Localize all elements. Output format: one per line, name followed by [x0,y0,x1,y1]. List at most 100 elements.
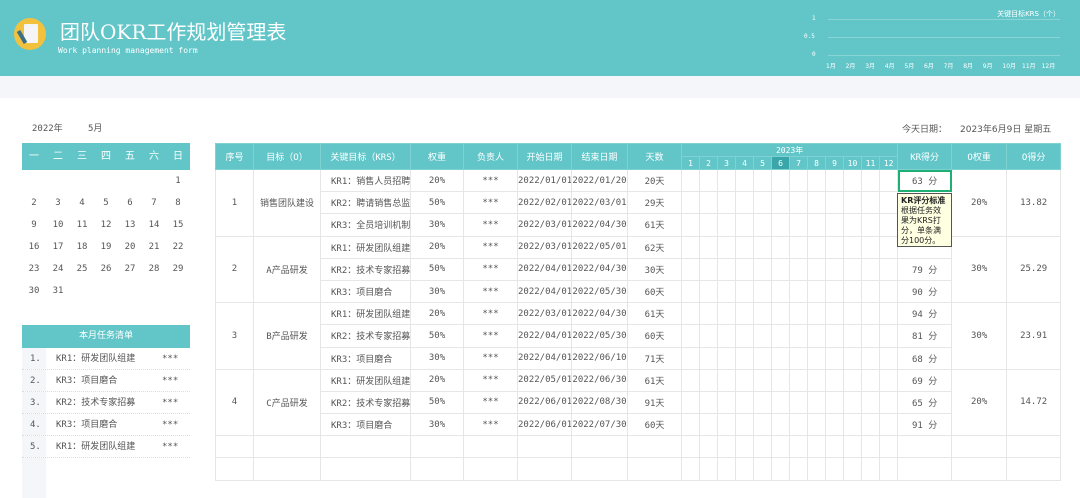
empty-cell[interactable] [771,457,790,481]
header-o-weight[interactable]: O权重 [951,143,1008,170]
empty-cell[interactable] [951,457,1008,481]
calendar-day[interactable]: 19 [94,236,118,258]
empty-cell[interactable] [789,457,808,481]
kr-start[interactable]: 2022/04/01 [517,279,572,304]
kr-start[interactable]: 2022/05/01 [517,368,572,392]
empty-cell[interactable] [215,435,254,459]
kr-score[interactable]: 69 分 [897,368,953,392]
kr-days[interactable]: 62天 [627,235,682,259]
calendar-day[interactable]: 26 [94,258,118,280]
calendar-day[interactable]: 4 [70,192,94,214]
empty-cell[interactable] [897,457,953,481]
header-o-score[interactable]: O得分 [1006,143,1062,170]
empty-cell[interactable] [897,435,953,459]
calendar-day[interactable]: 14 [142,214,166,236]
calendar-day[interactable]: 11 [70,214,94,236]
kr-owner[interactable]: *** [463,390,518,415]
header-start-date[interactable]: 开始日期 [517,143,572,170]
empty-cell[interactable] [843,457,862,481]
calendar-day[interactable]: 1 [166,170,190,192]
kr-end[interactable]: 2022/05/30 [571,324,628,348]
kr-owner[interactable]: *** [463,191,518,215]
calendar-day[interactable]: 15 [166,214,190,236]
empty-cell[interactable] [627,435,682,459]
empty-cell[interactable] [771,435,790,459]
objective-name[interactable]: A产品研发 [253,235,321,304]
objective-name[interactable]: B产品研发 [253,302,321,370]
calendar-day[interactable]: 22 [166,236,190,258]
calendar-day[interactable]: 24 [46,258,70,280]
kr-days[interactable]: 61天 [627,213,682,237]
header-end-date[interactable]: 结束日期 [571,143,628,170]
header-key-results[interactable]: 关键目标（KRS） [320,143,411,170]
empty-cell[interactable] [951,435,1008,459]
kr-owner[interactable]: *** [463,168,518,193]
kr-score[interactable]: 91 分 [897,413,953,437]
kr-end[interactable]: 2022/07/30 [571,413,628,437]
objective-name[interactable]: 销售团队建设 [253,169,321,237]
empty-cell[interactable] [681,457,700,481]
kr-weight[interactable]: 50% [410,324,464,348]
task-list-item[interactable]: 2. KR3：项目磨合 *** [22,370,190,392]
kr-owner[interactable]: *** [463,368,518,392]
kr-weight[interactable]: 50% [410,390,464,415]
kr-name[interactable]: KR3：项目磨合 [320,413,411,437]
calendar-day[interactable]: 25 [70,258,94,280]
empty-cell[interactable] [753,435,772,459]
empty-cell[interactable] [861,435,880,459]
empty-cell[interactable] [699,435,718,459]
o-weight[interactable]: 30% [951,235,1008,304]
empty-cell[interactable] [807,457,826,481]
kr-days[interactable]: 29天 [627,191,682,215]
calendar-day[interactable]: 21 [142,236,166,258]
empty-cell[interactable] [699,457,718,481]
kr-weight[interactable]: 30% [410,279,464,304]
calendar-day[interactable]: 8 [166,192,190,214]
kr-days[interactable]: 20天 [627,168,682,193]
calendar-day[interactable]: 17 [46,236,70,258]
kr-start[interactable]: 2022/03/01 [517,235,572,259]
empty-cell[interactable] [789,435,808,459]
empty-cell[interactable] [517,435,572,459]
calendar-day[interactable]: 27 [118,258,142,280]
header-kr-score[interactable]: KR得分 [897,143,953,170]
kr-weight[interactable]: 20% [410,168,464,193]
o-weight[interactable]: 20% [951,169,1008,237]
kr-score[interactable]: 81 分 [897,324,953,348]
kr-weight[interactable]: 30% [410,413,464,437]
kr-start[interactable]: 2022/06/01 [517,413,572,437]
kr-owner[interactable]: *** [463,324,518,348]
kr-days[interactable]: 30天 [627,257,682,281]
kr-name[interactable]: KR2：技术专家招募 [320,257,411,281]
calendar-day[interactable]: 23 [22,258,46,280]
kr-weight[interactable]: 50% [410,191,464,215]
kr-end[interactable]: 2022/01/20 [571,168,628,193]
kr-owner[interactable]: *** [463,213,518,237]
kr-end[interactable]: 2022/05/30 [571,279,628,304]
kr-end[interactable]: 2022/04/30 [571,302,628,326]
kr-start[interactable]: 2022/03/01 [517,302,572,326]
empty-cell[interactable] [463,435,518,459]
empty-cell[interactable] [410,435,464,459]
empty-cell[interactable] [517,457,572,481]
kr-end[interactable]: 2022/04/30 [571,213,628,237]
kr-days[interactable]: 60天 [627,413,682,437]
kr-name[interactable]: KR3：项目磨合 [320,279,411,304]
kr-weight[interactable]: 50% [410,257,464,281]
o-weight[interactable]: 30% [951,302,1008,370]
empty-cell[interactable] [717,435,736,459]
kr-score[interactable]: 68 分 [897,346,953,370]
task-list-item[interactable]: 4. KR3：项目磨合 *** [22,414,190,436]
calendar-day[interactable]: 31 [46,280,70,302]
kr-name[interactable]: KR1：研发团队组建 [320,368,411,392]
empty-cell[interactable] [843,435,862,459]
header-owner[interactable]: 负责人 [463,143,518,170]
empty-cell[interactable] [1006,457,1062,481]
kr-owner[interactable]: *** [463,257,518,281]
kr-days[interactable]: 60天 [627,279,682,304]
empty-cell[interactable] [463,457,518,481]
kr-name[interactable]: KR2：聘请销售总监 [320,191,411,215]
kr-end[interactable]: 2022/04/30 [571,257,628,281]
empty-cell[interactable] [253,435,321,459]
kr-owner[interactable]: *** [463,413,518,437]
